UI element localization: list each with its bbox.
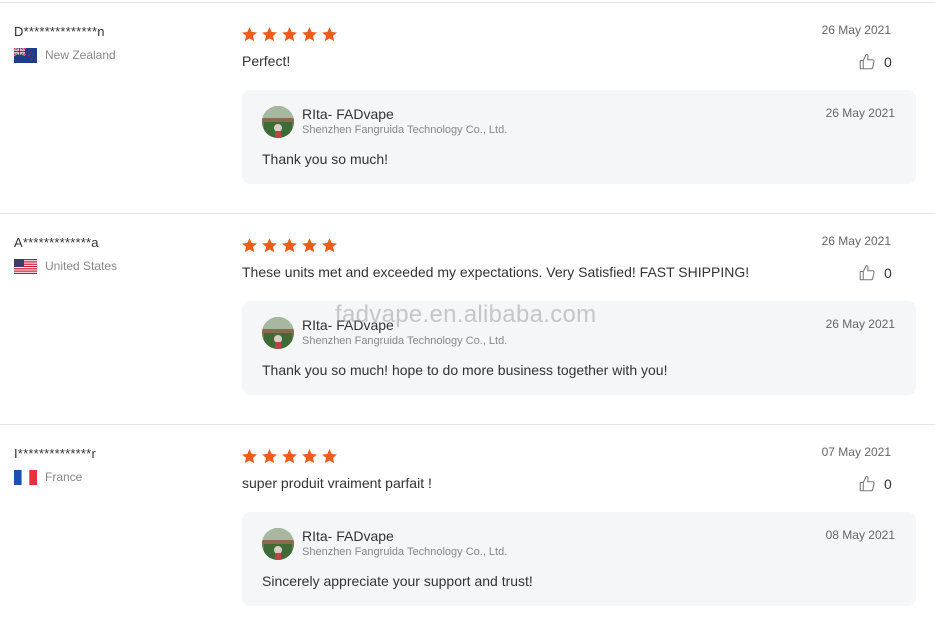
thumbs-up-icon[interactable] bbox=[858, 53, 876, 71]
reply-text: Thank you so much! hope to do more busin… bbox=[262, 362, 668, 378]
star-icon bbox=[261, 448, 278, 465]
reply-date: 08 May 2021 bbox=[825, 528, 895, 542]
star-icon bbox=[241, 448, 258, 465]
seller-company: Shenzhen Fangruida Technology Co., Ltd. bbox=[302, 546, 508, 558]
star-icon bbox=[301, 26, 318, 43]
seller-reply: RIta- FADvape Shenzhen Fangruida Technol… bbox=[242, 512, 916, 606]
seller-reply: RIta- FADvape Shenzhen Fangruida Technol… bbox=[242, 301, 916, 395]
united-states-flag-icon bbox=[14, 258, 37, 274]
new-zealand-flag-icon bbox=[14, 47, 37, 63]
reviewer-country: New Zealand bbox=[14, 47, 116, 63]
review-text: These units met and exceeded my expectat… bbox=[242, 264, 750, 280]
review-item: D**************n New Zealand 26 May 2021… bbox=[0, 3, 935, 214]
review-text: super produit vraiment parfait ! bbox=[242, 475, 432, 491]
seller-name: RIta- FADvape bbox=[302, 106, 394, 122]
like-button[interactable]: 0 bbox=[858, 264, 892, 282]
star-icon bbox=[261, 26, 278, 43]
thumbs-up-icon[interactable] bbox=[858, 475, 876, 493]
rating-stars bbox=[241, 26, 341, 43]
seller-reply: RIta- FADvape Shenzhen Fangruida Technol… bbox=[242, 90, 916, 184]
star-icon bbox=[261, 237, 278, 254]
seller-name: RIta- FADvape bbox=[302, 528, 394, 544]
review-text: Perfect! bbox=[242, 53, 291, 69]
reply-text: Sincerely appreciate your support and tr… bbox=[262, 573, 533, 589]
seller-name: RIta- FADvape bbox=[302, 317, 394, 333]
reviewer-name: A*************a bbox=[14, 235, 99, 250]
rating-stars bbox=[241, 237, 341, 254]
star-icon bbox=[241, 237, 258, 254]
reviewer-country: United States bbox=[14, 258, 117, 274]
thumbs-up-icon[interactable] bbox=[858, 264, 876, 282]
country-name: France bbox=[45, 470, 83, 484]
review-item: A*************a United States 26 May 202… bbox=[0, 214, 935, 425]
seller-company: Shenzhen Fangruida Technology Co., Ltd. bbox=[302, 335, 508, 347]
reviewer-name: I**************r bbox=[14, 446, 96, 461]
rating-stars bbox=[241, 448, 341, 465]
star-icon bbox=[301, 237, 318, 254]
reply-text: Thank you so much! bbox=[262, 151, 389, 167]
like-count: 0 bbox=[884, 54, 892, 70]
star-icon bbox=[281, 26, 298, 43]
reply-date: 26 May 2021 bbox=[825, 317, 895, 331]
reviewer-name: D**************n bbox=[14, 24, 105, 39]
star-icon bbox=[301, 448, 318, 465]
seller-avatar bbox=[262, 528, 294, 560]
star-icon bbox=[321, 26, 338, 43]
reply-date: 26 May 2021 bbox=[825, 106, 895, 120]
review-date: 26 May 2021 bbox=[821, 234, 891, 248]
france-flag-icon bbox=[14, 469, 37, 485]
seller-avatar bbox=[262, 317, 294, 349]
like-count: 0 bbox=[884, 265, 892, 281]
review-date: 07 May 2021 bbox=[821, 445, 891, 459]
seller-company: Shenzhen Fangruida Technology Co., Ltd. bbox=[302, 124, 508, 136]
like-button[interactable]: 0 bbox=[858, 475, 892, 493]
star-icon bbox=[281, 237, 298, 254]
seller-avatar bbox=[262, 106, 294, 138]
like-count: 0 bbox=[884, 476, 892, 492]
review-item: I**************r France 07 May 2021 supe… bbox=[0, 425, 935, 636]
country-name: New Zealand bbox=[45, 48, 116, 62]
like-button[interactable]: 0 bbox=[858, 53, 892, 71]
star-icon bbox=[281, 448, 298, 465]
review-date: 26 May 2021 bbox=[821, 23, 891, 37]
star-icon bbox=[321, 237, 338, 254]
country-name: United States bbox=[45, 259, 118, 273]
star-icon bbox=[321, 448, 338, 465]
star-icon bbox=[241, 26, 258, 43]
reviewer-country: France bbox=[14, 469, 82, 485]
